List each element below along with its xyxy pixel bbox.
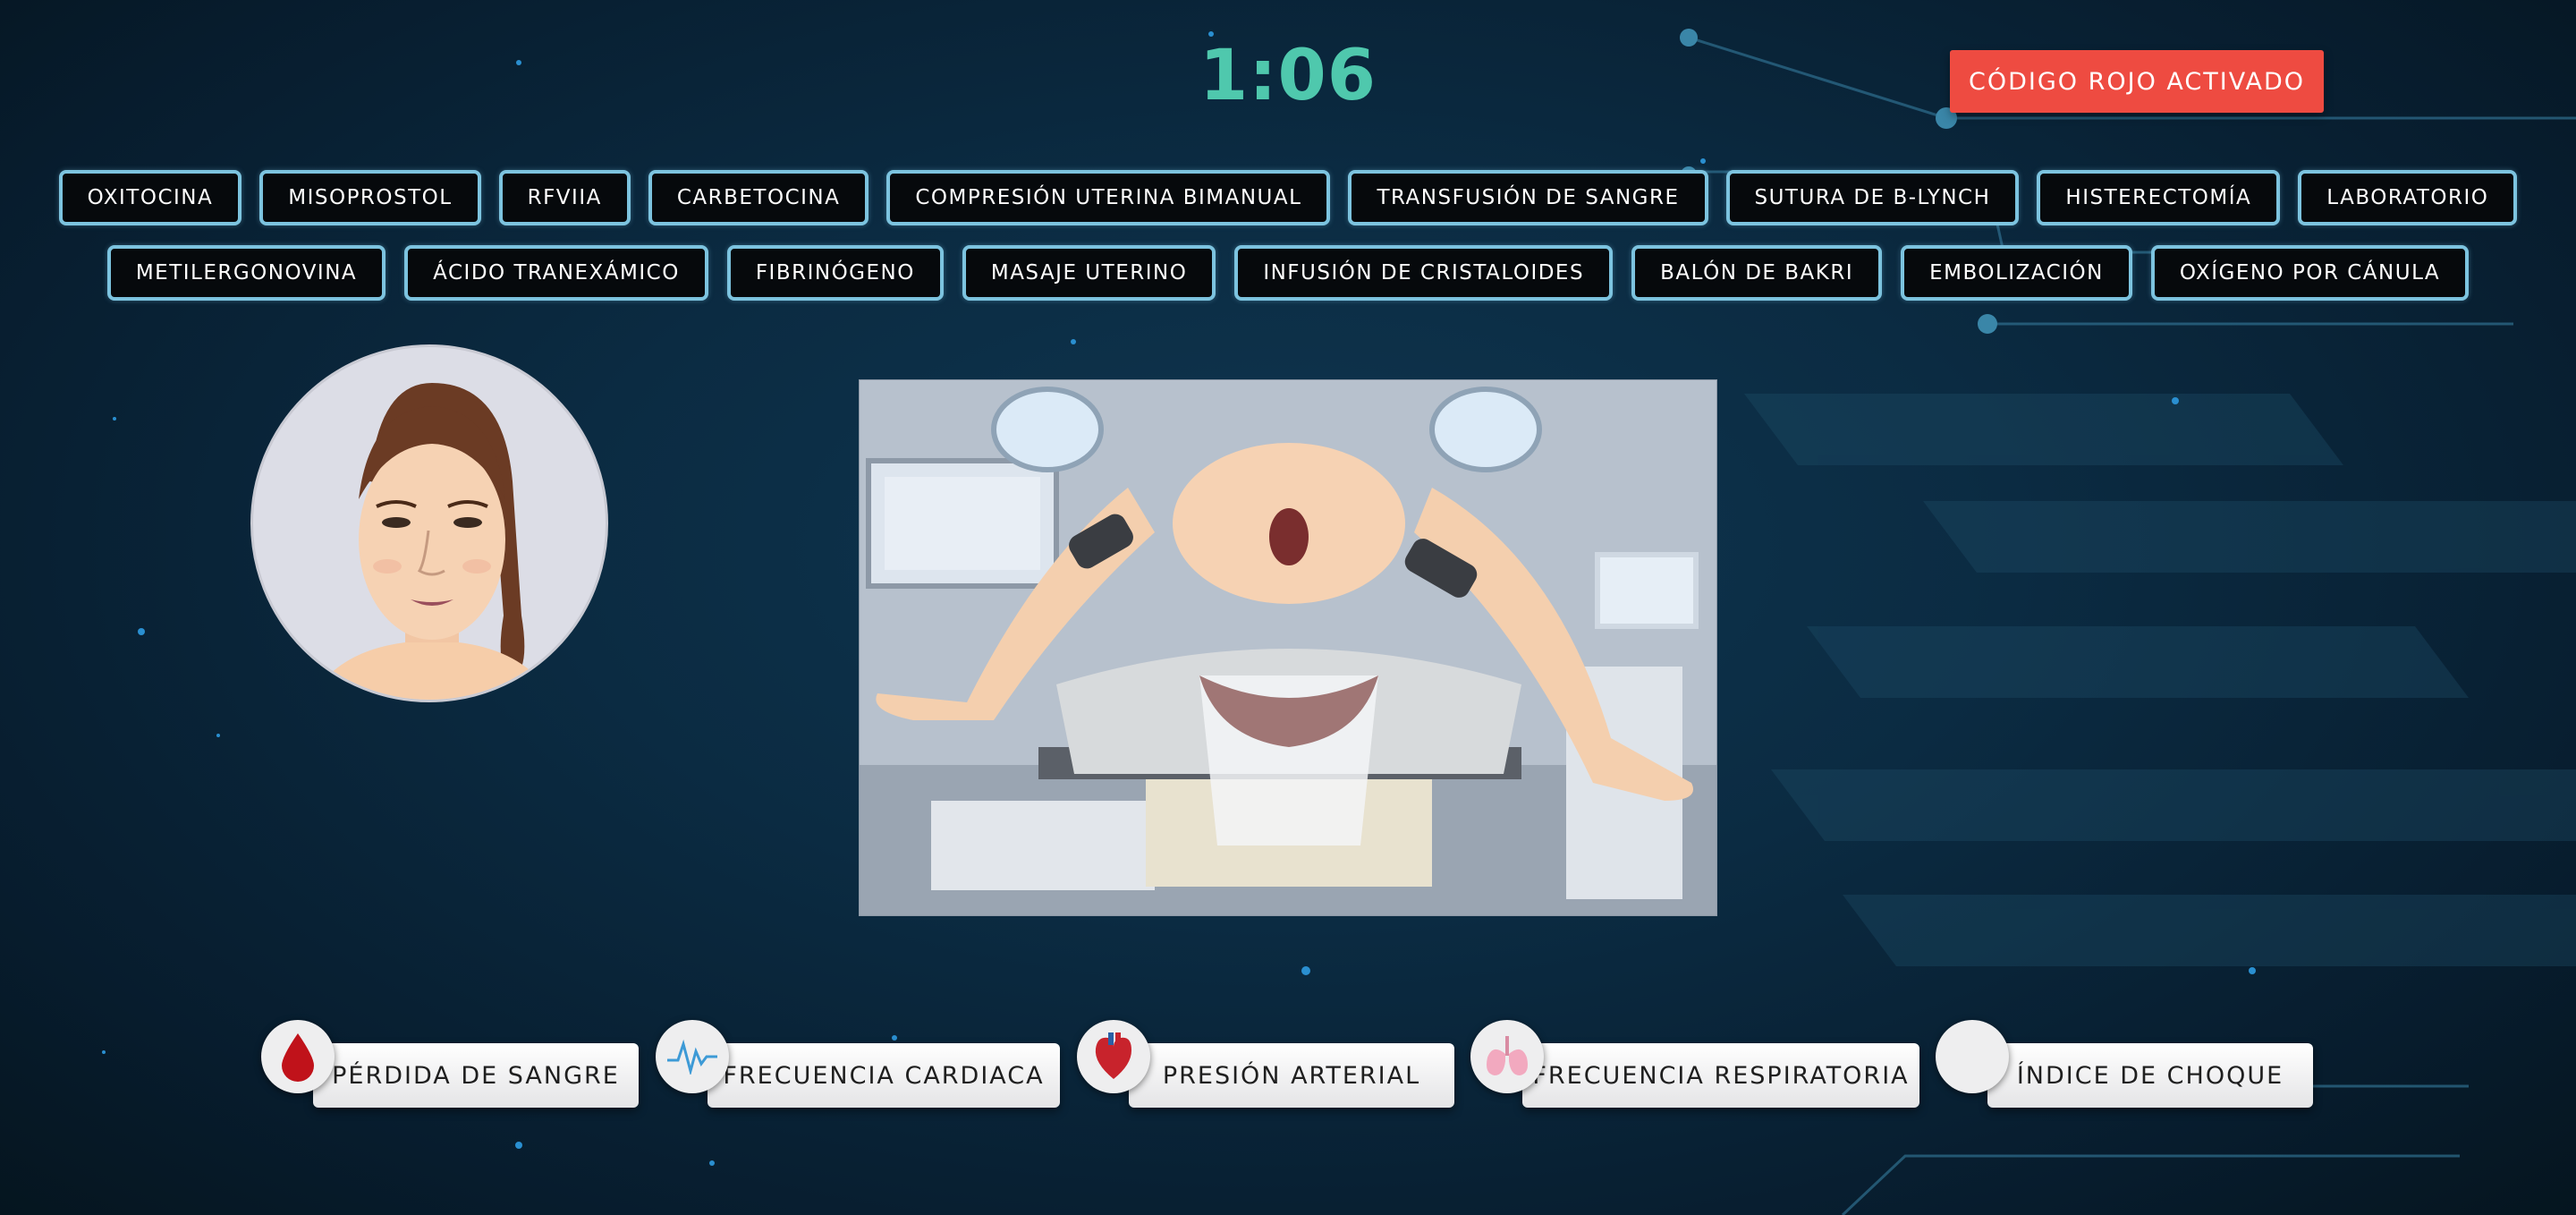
heartbeat-icon (656, 1020, 729, 1093)
misoprostol-button[interactable]: MISOPROSTOL (259, 170, 481, 225)
laboratorio-button[interactable]: LABORATORIO (2298, 170, 2518, 225)
presion-arterial-indicator[interactable]: PRESIÓN ARTERIAL (1077, 1020, 1454, 1109)
metilergonovina-button[interactable]: METILERGONOVINA (106, 245, 386, 301)
blank-circle-icon (1936, 1020, 2009, 1093)
countdown-timer: 1:06 (1199, 36, 1377, 116)
delivery-room-scene (859, 379, 1717, 916)
rfviia-button[interactable]: RFVIIA (498, 170, 631, 225)
perdida-sangre-indicator[interactable]: PÉRDIDA DE SANGRE (261, 1020, 639, 1109)
frecuencia-cardiaca-indicator[interactable]: FRECUENCIA CARDIACA (656, 1020, 1060, 1109)
oxitocina-button[interactable]: OXITOCINA (58, 170, 242, 225)
frecuencia-cardiaca-label: FRECUENCIA CARDIACA (708, 1043, 1060, 1108)
indice-choque-label: ÍNDICE DE CHOQUE (1987, 1043, 2313, 1108)
embolizacion-button[interactable]: EMBOLIZACIÓN (1901, 245, 2132, 301)
acido-tranexamico-button[interactable]: ÁCIDO TRANEXÁMICO (404, 245, 708, 301)
masaje-uterino-button[interactable]: MASAJE UTERINO (962, 245, 1216, 301)
infusion-cristaloides-button[interactable]: INFUSIÓN DE CRISTALOIDES (1234, 245, 1614, 301)
patient-face-icon (309, 383, 555, 700)
fibrinogeno-button[interactable]: FIBRINÓGENO (726, 245, 944, 301)
heart-icon (1077, 1020, 1150, 1093)
codigo-rojo-button[interactable]: CÓDIGO ROJO ACTIVADO (1950, 50, 2324, 113)
presion-arterial-label: PRESIÓN ARTERIAL (1129, 1043, 1454, 1108)
blood-drop-icon (261, 1020, 335, 1093)
treatment-actions-row-2: METILERGONOVINA ÁCIDO TRANEXÁMICO FIBRIN… (0, 245, 2576, 301)
balon-bakri-button[interactable]: BALÓN DE BAKRI (1631, 245, 1883, 301)
histerectomia-button[interactable]: HISTERECTOMÍA (2037, 170, 2281, 225)
oxigeno-canula-button[interactable]: OXÍGENO POR CÁNULA (2150, 245, 2470, 301)
sutura-b-lynch-button[interactable]: SUTURA DE B-LYNCH (1725, 170, 2020, 225)
perdida-sangre-label: PÉRDIDA DE SANGRE (313, 1043, 639, 1108)
patient-avatar (250, 344, 608, 702)
lungs-icon (1470, 1020, 1544, 1093)
frecuencia-respiratoria-label: FRECUENCIA RESPIRATORIA (1522, 1043, 1919, 1108)
carbetocina-button[interactable]: CARBETOCINA (648, 170, 869, 225)
frecuencia-respiratoria-indicator[interactable]: FRECUENCIA RESPIRATORIA (1470, 1020, 1919, 1109)
treatment-actions-row-1: OXITOCINA MISOPROSTOL RFVIIA CARBETOCINA… (0, 170, 2576, 225)
transfusion-sangre-button[interactable]: TRANSFUSIÓN DE SANGRE (1348, 170, 1708, 225)
indice-choque-indicator[interactable]: ÍNDICE DE CHOQUE (1936, 1020, 2313, 1109)
compresion-uterina-button[interactable]: COMPRESIÓN UTERINA BIMANUAL (886, 170, 1331, 225)
